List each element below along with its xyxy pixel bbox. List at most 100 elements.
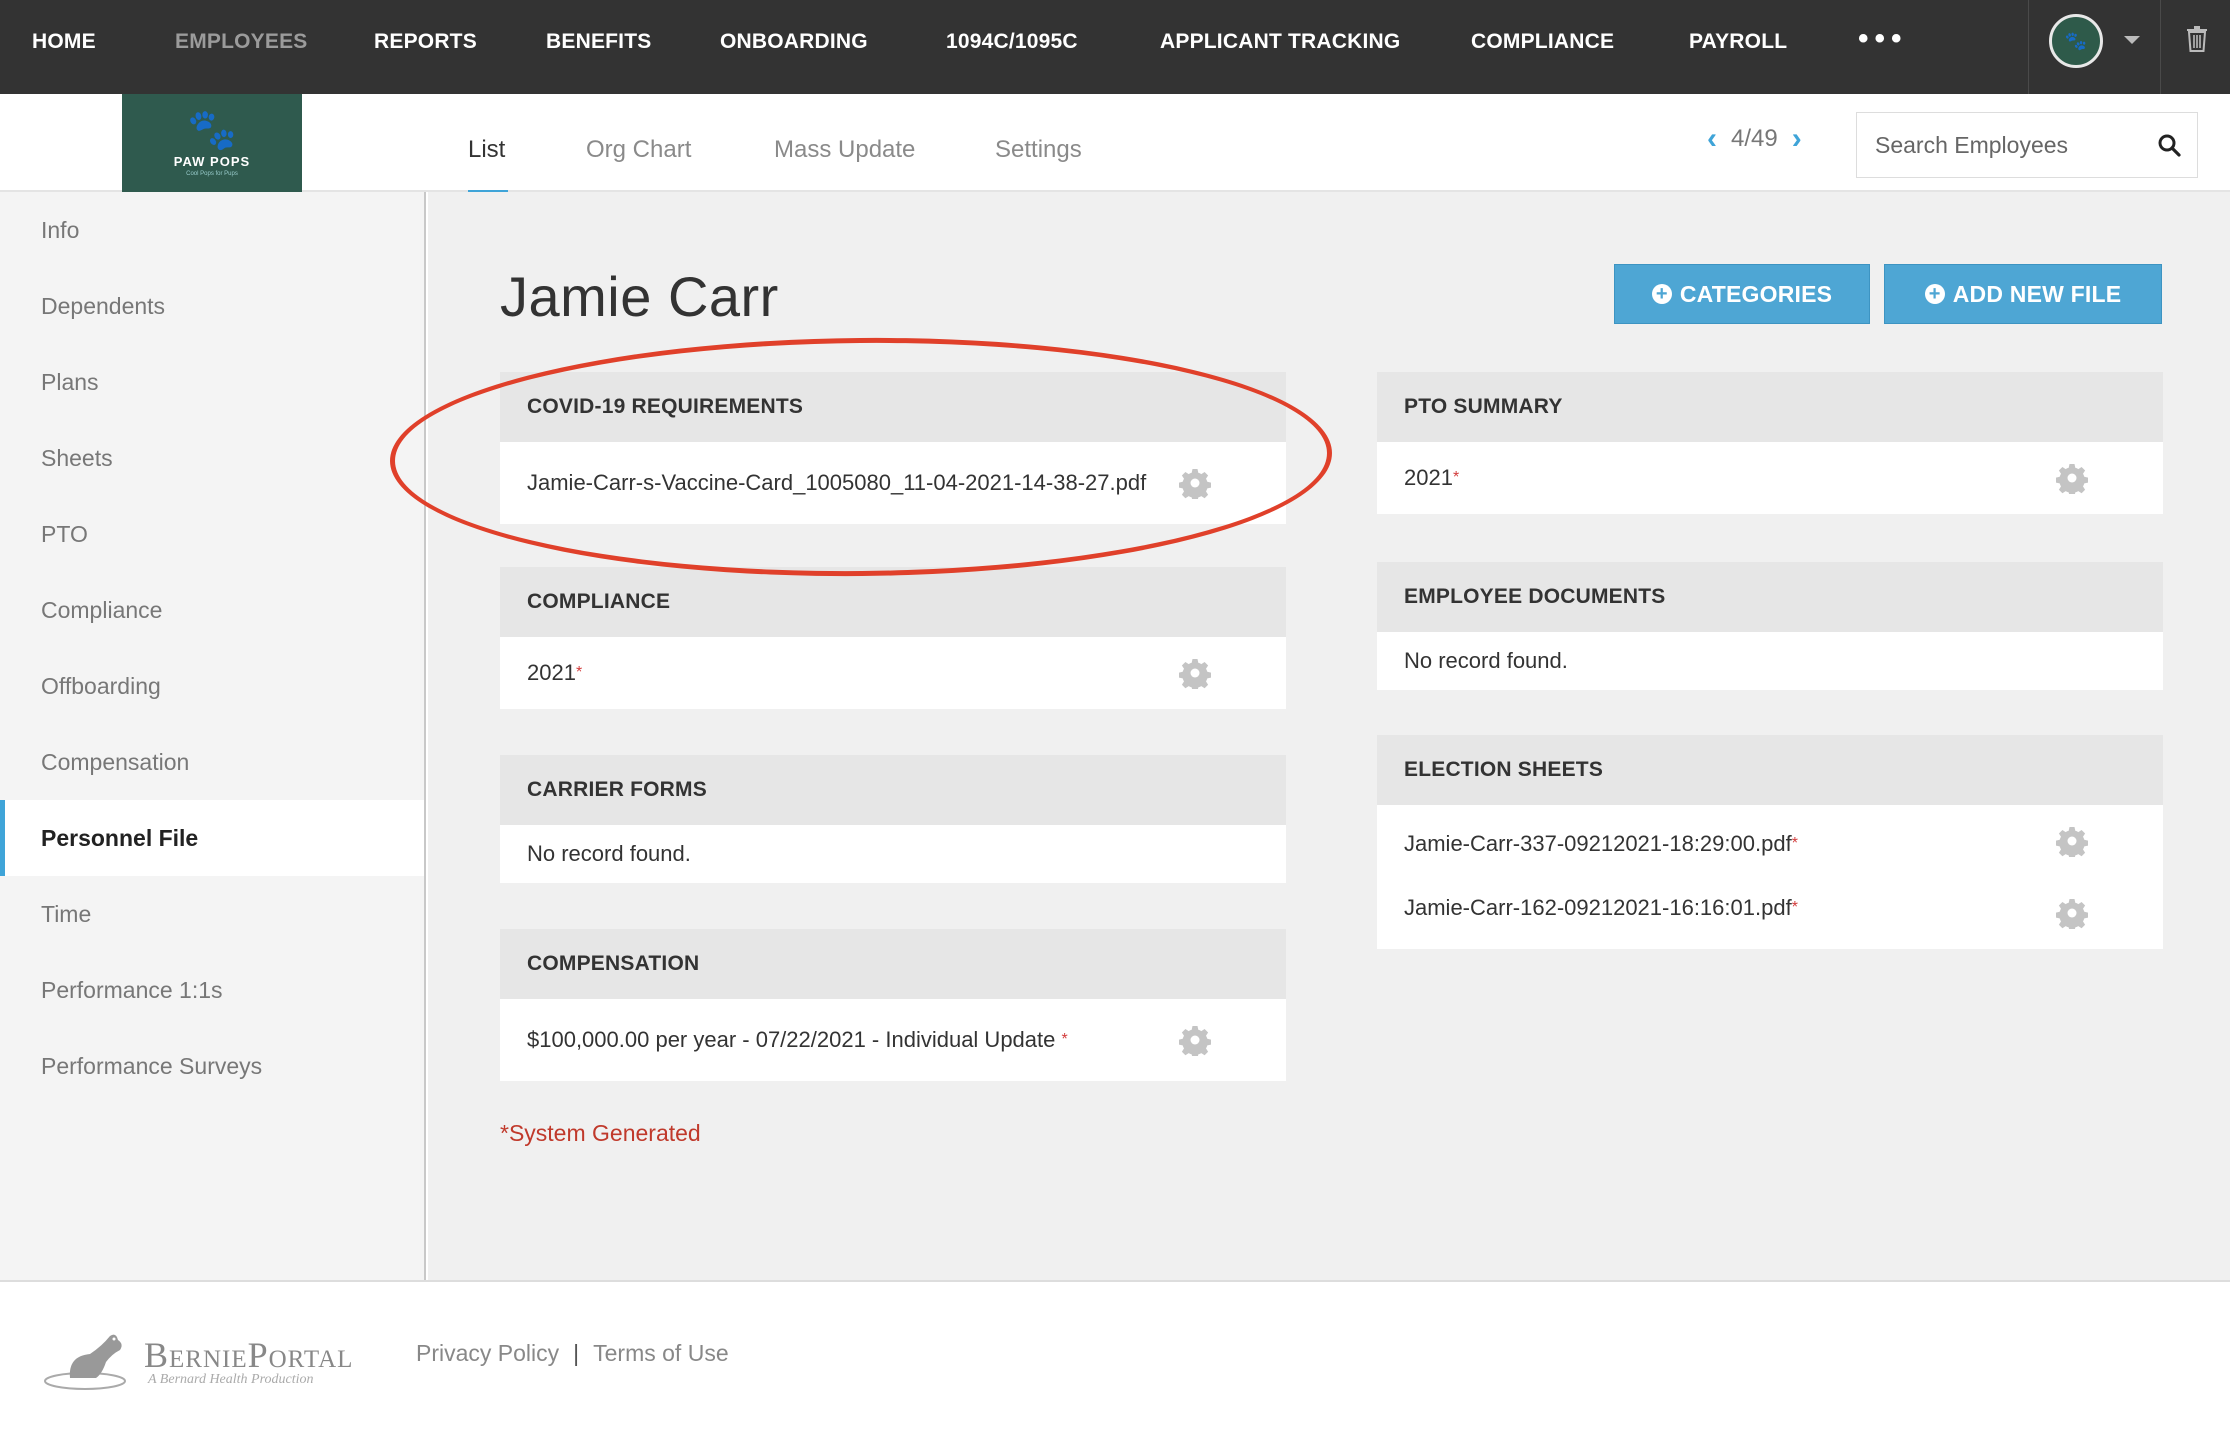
footer-links: Privacy Policy | Terms of Use [416, 1340, 729, 1367]
brand-name: BerniePortal [144, 1335, 354, 1375]
nav-applicant-tracking[interactable]: APPLICANT TRACKING [1160, 0, 1400, 94]
file-name[interactable]: Jamie-Carr-s-Vaccine-Card_1005080_11-04-… [527, 472, 1146, 494]
link-separator: | [573, 1340, 580, 1366]
system-generated-marker: * [575, 664, 583, 681]
company-logo[interactable]: 🐾 PAW POPS Cool Pops for Pups [122, 94, 302, 192]
gear-icon[interactable] [2056, 825, 2088, 857]
bernieportal-logo[interactable]: BerniePortal A Bernard Health Production [40, 1326, 353, 1396]
personnel-file-content: Jamie Carr + CATEGORIES + ADD NEW FILE C… [428, 192, 2230, 1280]
section-compliance: COMPLIANCE 2021* [500, 567, 1286, 709]
file-row[interactable]: Jamie-Carr-162-09212021-16:16:01.pdf* [1377, 877, 2163, 949]
categories-button[interactable]: + CATEGORIES [1614, 264, 1870, 324]
section-title: CARRIER FORMS [500, 755, 1286, 825]
empty-row: No record found. [500, 825, 1286, 883]
nav-employees[interactable]: EMPLOYEES [175, 0, 308, 94]
tab-org-chart[interactable]: Org Chart [586, 136, 691, 164]
nav-divider [2160, 0, 2161, 94]
section-title: COVID-19 REQUIREMENTS [500, 372, 1286, 442]
footer: BerniePortal A Bernard Health Production… [0, 1280, 2230, 1444]
nav-payroll[interactable]: PAYROLL [1689, 0, 1787, 94]
search-input[interactable] [1857, 113, 2147, 177]
user-avatar[interactable]: 🐾 [2049, 14, 2103, 68]
section-carrier-forms: CARRIER FORMS No record found. [500, 755, 1286, 883]
file-name[interactable]: Jamie-Carr-337-09212021-18:29:00.pdf* [1404, 833, 1798, 855]
sidebar-item-time[interactable]: Time [0, 876, 424, 952]
file-name[interactable]: 2021* [1404, 467, 1459, 489]
gear-icon[interactable] [1179, 657, 1211, 689]
file-row[interactable]: 2021* [500, 637, 1286, 709]
no-record-text: No record found. [1404, 648, 1568, 673]
no-record-text: No record found. [527, 841, 691, 866]
system-generated-marker: * [1061, 1031, 1068, 1048]
section-covid-19-requirements: COVID-19 REQUIREMENTS Jamie-Carr-s-Vacci… [500, 372, 1286, 524]
sub-header: 🐾 PAW POPS Cool Pops for Pups List Org C… [0, 94, 2230, 193]
gear-icon[interactable] [2056, 462, 2088, 494]
tab-mass-update[interactable]: Mass Update [774, 136, 915, 164]
file-row[interactable]: Jamie-Carr-337-09212021-18:29:00.pdf* [1377, 805, 2163, 877]
sidebar-item-info[interactable]: Info [0, 192, 424, 268]
file-name[interactable]: 2021* [527, 662, 582, 684]
nav-benefits[interactable]: BENEFITS [546, 0, 651, 94]
file-name[interactable]: $100,000.00 per year - 07/22/2021 - Indi… [527, 1029, 1068, 1051]
sidebar-item-performance-surveys[interactable]: Performance Surveys [0, 1028, 424, 1104]
sidebar-item-personnel-file[interactable]: Personnel File [0, 800, 424, 876]
gear-icon[interactable] [2056, 897, 2088, 929]
gear-icon[interactable] [1179, 467, 1211, 499]
empty-row: No record found. [1377, 632, 2163, 690]
paw-icon: 🐾 [187, 107, 237, 152]
section-title: EMPLOYEE DOCUMENTS [1377, 562, 2163, 632]
employee-pager: ‹ 4/49 › [1707, 124, 1802, 154]
section-compensation: COMPENSATION $100,000.00 per year - 07/2… [500, 929, 1286, 1081]
system-generated-marker: * [1791, 835, 1798, 852]
trash-icon[interactable] [2186, 26, 2208, 52]
tab-settings[interactable]: Settings [995, 136, 1082, 164]
file-row[interactable]: 2021* [1377, 442, 2163, 514]
sidebar-item-plans[interactable]: Plans [0, 344, 424, 420]
sidebar-item-dependents[interactable]: Dependents [0, 268, 424, 344]
categories-label: CATEGORIES [1679, 280, 1833, 307]
section-title: ELECTION SHEETS [1377, 735, 2163, 805]
sidebar-item-pto[interactable]: PTO [0, 496, 424, 572]
sidebar-item-compliance[interactable]: Compliance [0, 572, 424, 648]
employee-sidebar: Info Dependents Plans Sheets PTO Complia… [0, 192, 426, 1280]
more-menu-button[interactable]: ••• [1858, 22, 1908, 56]
search-icon[interactable] [2157, 133, 2181, 157]
section-election-sheets: ELECTION SHEETS Jamie-Carr-337-09212021-… [1377, 735, 2163, 949]
sidebar-item-performance-1-1s[interactable]: Performance 1:1s [0, 952, 424, 1028]
file-name[interactable]: Jamie-Carr-162-09212021-16:16:01.pdf* [1404, 897, 1798, 919]
employee-name: Jamie Carr [500, 265, 779, 328]
nav-1094c-1095c[interactable]: 1094C/1095C [946, 0, 1078, 94]
company-name: PAW POPS [173, 153, 251, 169]
file-row[interactable]: Jamie-Carr-s-Vaccine-Card_1005080_11-04-… [500, 442, 1286, 524]
section-employee-documents: EMPLOYEE DOCUMENTS No record found. [1377, 562, 2163, 690]
file-row[interactable]: $100,000.00 per year - 07/22/2021 - Indi… [500, 999, 1286, 1081]
section-title: PTO SUMMARY [1377, 372, 2163, 442]
sidebar-item-compensation[interactable]: Compensation [0, 724, 424, 800]
company-tagline: Cool Pops for Pups [186, 170, 238, 177]
paw-icon: 🐾 [2064, 30, 2088, 51]
plus-circle-icon: + [1651, 284, 1672, 304]
sidebar-item-sheets[interactable]: Sheets [0, 420, 424, 496]
gear-icon[interactable] [1179, 1024, 1211, 1056]
chevron-left-icon[interactable]: ‹ [1707, 124, 1717, 154]
employee-search [1856, 112, 2198, 178]
system-generated-marker: * [1791, 899, 1798, 916]
system-generated-marker: * [1452, 469, 1460, 486]
chevron-right-icon[interactable]: › [1792, 124, 1802, 154]
nav-compliance[interactable]: COMPLIANCE [1471, 0, 1614, 94]
privacy-policy-link[interactable]: Privacy Policy [416, 1340, 559, 1367]
terms-of-use-link[interactable]: Terms of Use [593, 1340, 728, 1367]
sidebar-item-offboarding[interactable]: Offboarding [0, 648, 424, 724]
plus-circle-icon: + [1924, 284, 1945, 304]
pager-position: 4/49 [1731, 125, 1778, 152]
nav-divider [2028, 0, 2029, 94]
add-new-file-button[interactable]: + ADD NEW FILE [1884, 264, 2162, 324]
nav-reports[interactable]: REPORTS [374, 0, 477, 94]
chevron-down-icon[interactable] [2124, 36, 2140, 44]
nav-home[interactable]: HOME [32, 0, 96, 94]
dog-logo-icon [44, 1334, 126, 1390]
section-title: COMPENSATION [500, 929, 1286, 999]
nav-onboarding[interactable]: ONBOARDING [720, 0, 868, 94]
add-new-file-label: ADD NEW FILE [1952, 280, 2122, 307]
tab-list[interactable]: List [468, 136, 505, 164]
